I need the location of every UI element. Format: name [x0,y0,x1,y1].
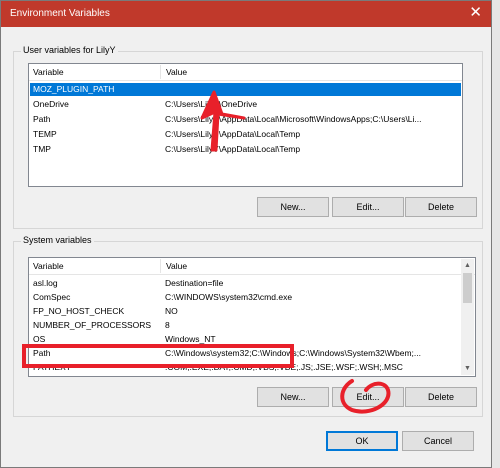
user-list-header: Variable Value [29,64,462,81]
row-variable: NUMBER_OF_PROCESSORS [33,320,152,330]
row-value: C:\Users\LilyY\AppData\Local\Microsoft\W… [165,114,422,124]
row-variable: PATHEXT [33,362,71,372]
close-icon[interactable]: ✕ [469,5,482,21]
system-row-number-of-processors[interactable]: NUMBER_OF_PROCESSORS 8 [30,319,460,332]
user-column-variable[interactable]: Variable [33,67,64,77]
row-value: C:\Users\LilyY\OneDrive [165,99,258,109]
row-variable: asl.log [33,278,58,288]
row-value: Destination=file [165,278,224,288]
environment-variables-dialog: Environment Variables ✕ User variables f… [0,0,492,468]
system-list-header: Variable Value [29,258,475,275]
user-delete-button[interactable]: Delete [405,197,477,217]
row-variable: MOZ_PLUGIN_PATH [33,84,115,94]
system-edit-button[interactable]: Edit... [332,387,404,407]
user-variables-list[interactable]: Variable Value MOZ_PLUGIN_PATH OneDrive … [28,63,463,187]
row-value: .COM;.EXE;.BAT;.CMD;.VBS;.VBE;.JS;.JSE;.… [165,362,403,372]
row-value: Windows_NT [165,334,216,344]
user-column-value[interactable]: Value [166,67,187,77]
cancel-button[interactable]: Cancel [402,431,474,451]
system-row-comspec[interactable]: ComSpec C:\WINDOWS\system32\cmd.exe [30,291,460,304]
system-variables-list[interactable]: Variable Value asl.log Destination=file … [28,257,476,377]
column-divider[interactable] [160,259,161,273]
user-edit-button[interactable]: Edit... [332,197,404,217]
ok-button[interactable]: OK [326,431,398,451]
user-row-tmp[interactable]: TMP C:\Users\LilyY\AppData\Local\Temp [30,143,461,156]
user-row-moz-plugin-path[interactable]: MOZ_PLUGIN_PATH [30,83,461,96]
system-delete-button[interactable]: Delete [405,387,477,407]
scroll-up-arrow-icon[interactable]: ▲ [461,259,474,272]
system-variables-label: System variables [21,235,94,245]
row-value: C:\Users\LilyY\AppData\Local\Temp [165,129,301,139]
system-column-variable[interactable]: Variable [33,261,64,271]
user-row-onedrive[interactable]: OneDrive C:\Users\LilyY\OneDrive [30,98,461,111]
window-title: Environment Variables [10,8,110,19]
row-variable: FP_NO_HOST_CHECK [33,306,125,316]
system-column-value[interactable]: Value [166,261,187,271]
system-new-button[interactable]: New... [257,387,329,407]
row-value: C:\Users\LilyY\AppData\Local\Temp [165,144,301,154]
user-row-path[interactable]: Path C:\Users\LilyY\AppData\Local\Micros… [30,113,461,126]
scroll-thumb[interactable] [463,273,472,303]
row-variable: TMP [33,144,51,154]
system-row-fp-no-host-check[interactable]: FP_NO_HOST_CHECK NO [30,305,460,318]
system-list-scrollbar[interactable]: ▲ ▼ [461,259,474,375]
system-row-os[interactable]: OS Windows_NT [30,333,460,346]
row-value: C:\WINDOWS\system32\cmd.exe [165,292,293,302]
title-bar[interactable]: Environment Variables ✕ [1,1,491,27]
system-row-path[interactable]: Path C:\Windows\system32;C:\Windows;C:\W… [30,347,460,360]
row-variable: Path [33,348,51,358]
row-variable: Path [33,114,51,124]
user-variables-label: User variables for LilyY [21,45,118,55]
row-variable: OS [33,334,46,344]
row-value: C:\Windows\system32;C:\Windows;C:\Window… [165,348,422,358]
system-row-asl-log[interactable]: asl.log Destination=file [30,277,460,290]
row-variable: TEMP [33,129,57,139]
row-variable: ComSpec [33,292,71,302]
row-variable: OneDrive [33,99,69,109]
user-row-temp[interactable]: TEMP C:\Users\LilyY\AppData\Local\Temp [30,128,461,141]
row-value: NO [165,306,178,316]
column-divider[interactable] [160,65,161,79]
row-value: 8 [165,320,170,330]
user-new-button[interactable]: New... [257,197,329,217]
system-row-pathext[interactable]: PATHEXT .COM;.EXE;.BAT;.CMD;.VBS;.VBE;.J… [30,361,460,374]
scroll-down-arrow-icon[interactable]: ▼ [461,362,474,375]
